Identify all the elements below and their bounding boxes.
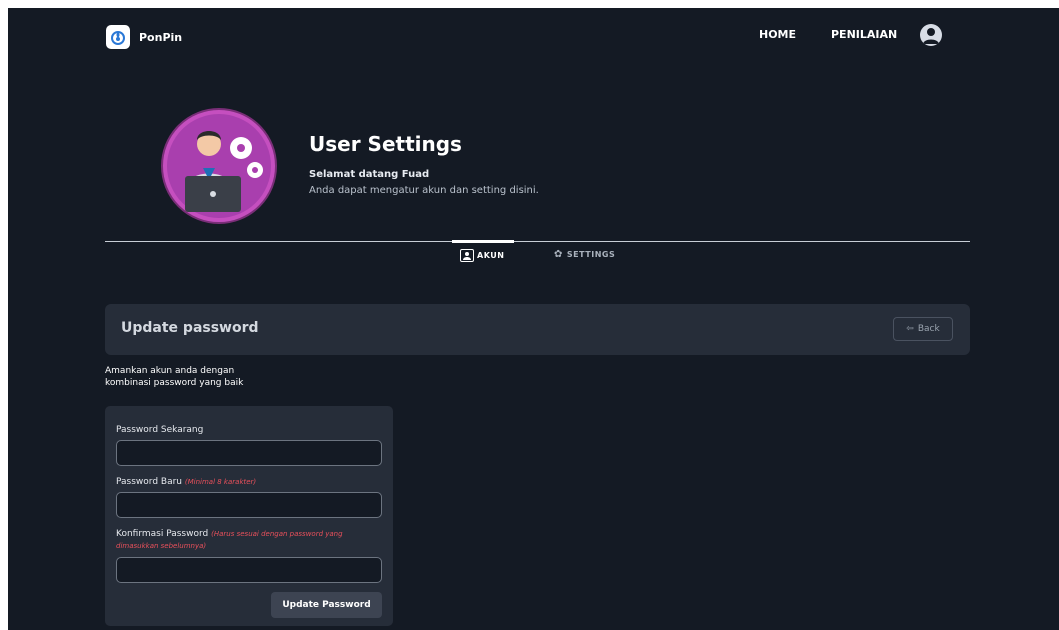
tab-settings-label: SETTINGS [566, 250, 616, 259]
welcome-text: Selamat datang Fuad [309, 169, 430, 180]
new-password-note: (Minimal 8 karakter) [184, 478, 257, 486]
back-button[interactable]: ⇦ Back [893, 317, 953, 341]
page-description: Anda dapat mengatur akun dan setting dis… [309, 185, 539, 196]
user-icon [460, 249, 474, 262]
user-avatar-icon[interactable] [920, 24, 942, 46]
section-title: Update password [121, 320, 259, 336]
password-hint: Amankan akun anda dengan kombinasi passw… [105, 366, 244, 388]
current-password-label: Password Sekarang [116, 424, 384, 436]
confirm-password-input[interactable] [116, 557, 382, 583]
brand-logo-icon [106, 25, 130, 49]
new-password-label: Password Baru (Minimal 8 karakter) [116, 476, 384, 488]
current-password-label-text: Password Sekarang [116, 425, 204, 435]
tab-akun-label: AKUN [477, 251, 505, 260]
app-screen: PonPin HOME PENILAIAN User Settings Sela… [8, 8, 1059, 630]
new-password-label-text: Password Baru [116, 477, 182, 487]
nav-link-penilaian[interactable]: PENILAIAN [831, 28, 897, 41]
arrow-left-icon: ⇦ [906, 324, 914, 334]
profile-illustration [161, 108, 277, 224]
update-password-button[interactable]: Update Password [271, 592, 382, 618]
current-password-input[interactable] [116, 440, 382, 466]
confirm-password-label-text: Konfirmasi Password [116, 529, 209, 539]
brand[interactable]: PonPin [106, 25, 182, 49]
confirm-password-label: Konfirmasi Password (Harus sesuai dengan… [116, 528, 384, 552]
nav-link-home[interactable]: HOME [759, 28, 796, 41]
tab-akun[interactable]: AKUN [460, 249, 504, 262]
gear-icon: ✿ [554, 249, 563, 260]
brand-name: PonPin [139, 30, 183, 44]
back-button-label: Back [917, 324, 940, 334]
tab-settings[interactable]: ✿ SETTINGS [554, 249, 615, 260]
section-header: Update password ⇦ Back [105, 304, 970, 355]
tab-active-indicator [452, 240, 514, 243]
tab-divider [105, 241, 970, 242]
page-title: User Settings [309, 132, 462, 156]
new-password-input[interactable] [116, 492, 382, 518]
password-form: Password Sekarang Password Baru (Minimal… [105, 406, 393, 626]
